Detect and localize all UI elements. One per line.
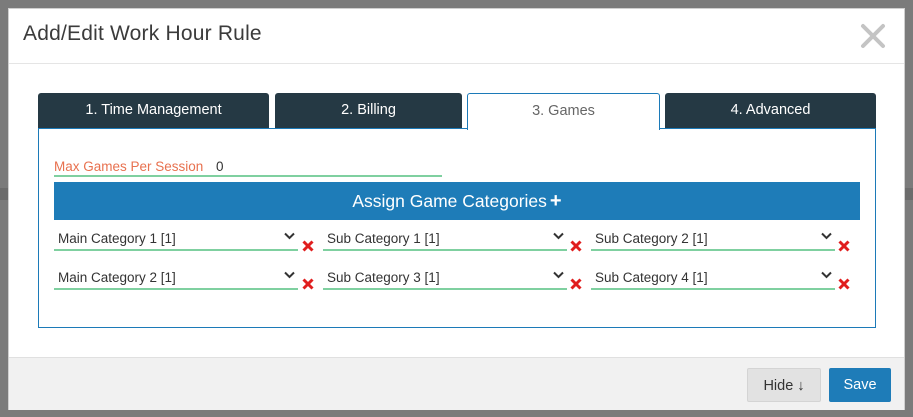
remove-category-icon[interactable] [301, 277, 315, 291]
max-games-field: Max Games Per Session [54, 151, 442, 177]
chevron-down-icon [284, 271, 295, 279]
remove-category-icon[interactable] [837, 277, 851, 291]
save-button[interactable]: Save [829, 368, 891, 402]
max-games-input[interactable] [216, 155, 436, 177]
category-select-main-2[interactable]: Main Category 2 [1] [54, 262, 298, 290]
category-select-label: Sub Category 4 [1] [595, 270, 708, 285]
category-select-label: Sub Category 3 [1] [327, 270, 440, 285]
category-select-sub-1[interactable]: Sub Category 1 [1] [323, 223, 567, 251]
modal-header: Add/Edit Work Hour Rule [9, 9, 904, 64]
chevron-down-icon [821, 271, 832, 279]
category-select-sub-3[interactable]: Sub Category 3 [1] [323, 262, 567, 290]
tab-time-management[interactable]: 1. Time Management [38, 93, 269, 129]
chevron-down-icon [553, 271, 564, 279]
remove-category-icon[interactable] [569, 277, 583, 291]
modal-title: Add/Edit Work Hour Rule [23, 22, 262, 45]
work-hour-rule-dialog: Add/Edit Work Hour Rule 1. Time Manageme… [8, 8, 905, 410]
remove-category-icon[interactable] [837, 239, 851, 253]
modal-footer: Hide ↓ Save [9, 357, 904, 410]
category-select-label: Sub Category 2 [1] [595, 231, 708, 246]
chevron-down-icon [553, 232, 564, 240]
tab-advanced[interactable]: 4. Advanced [665, 93, 876, 129]
category-select-sub-2[interactable]: Sub Category 2 [1] [591, 223, 835, 251]
games-tab-panel: Max Games Per Session Assign Game Catego… [38, 128, 876, 328]
close-icon[interactable] [860, 23, 886, 49]
remove-category-icon[interactable] [301, 239, 315, 253]
category-select-label: Main Category 1 [1] [58, 231, 176, 246]
assign-game-categories-button[interactable]: Assign Game Categories + [54, 182, 860, 220]
max-games-label: Max Games Per Session [54, 159, 204, 174]
category-select-label: Sub Category 1 [1] [327, 231, 440, 246]
tab-bar: 1. Time Management 2. Billing 3. Games 4… [38, 93, 876, 130]
category-select-label: Main Category 2 [1] [58, 270, 176, 285]
category-select-sub-4[interactable]: Sub Category 4 [1] [591, 262, 835, 290]
chevron-down-icon [284, 232, 295, 240]
remove-category-icon[interactable] [569, 239, 583, 253]
chevron-down-icon [821, 232, 832, 240]
tab-billing[interactable]: 2. Billing [275, 93, 462, 129]
assign-game-categories-label: Assign Game Categories [352, 191, 547, 211]
plus-icon: + [549, 190, 562, 212]
hide-button[interactable]: Hide ↓ [747, 368, 821, 402]
category-select-main-1[interactable]: Main Category 1 [1] [54, 223, 298, 251]
tab-games[interactable]: 3. Games [467, 93, 660, 130]
